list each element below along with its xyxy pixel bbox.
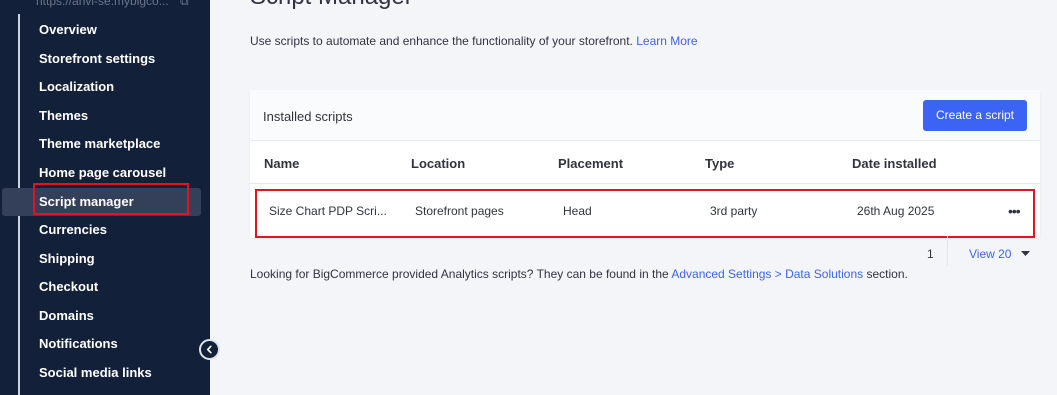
analytics-note-suffix: section. xyxy=(863,267,908,281)
sidebar: https://anvi-se.mybigco... ⧉ Overview St… xyxy=(0,0,210,395)
sidebar-item-label: Theme marketplace xyxy=(39,136,161,151)
sidebar-item-theme-marketplace[interactable]: Theme marketplace xyxy=(0,130,210,158)
analytics-note: Looking for BigCommerce provided Analyti… xyxy=(250,267,908,281)
sidebar-item-label: Shipping xyxy=(39,251,95,266)
sidebar-item-notifications[interactable]: Notifications xyxy=(0,330,210,358)
current-page-number: 1 xyxy=(927,247,934,261)
highlight-box xyxy=(255,189,1035,238)
sidebar-item-domains[interactable]: Domains xyxy=(0,302,210,330)
intro-text: Use scripts to automate and enhance the … xyxy=(250,34,698,48)
create-script-button[interactable]: Create a script xyxy=(923,100,1027,131)
store-url[interactable]: https://anvi-se.mybigco... ⧉ xyxy=(36,0,189,8)
sidebar-item-social-media-links[interactable]: Social media links xyxy=(0,359,210,387)
store-url-text[interactable]: https://anvi-se.mybigco... xyxy=(36,0,169,8)
pager-divider xyxy=(947,236,948,266)
column-header-type[interactable]: Type xyxy=(705,156,734,171)
card-header: Installed scripts Create a script xyxy=(250,90,1040,141)
column-header-name[interactable]: Name xyxy=(264,156,299,171)
sidebar-item-shipping[interactable]: Shipping xyxy=(0,245,210,273)
intro-description: Use scripts to automate and enhance the … xyxy=(250,34,633,48)
sidebar-item-label: Social media links xyxy=(39,365,152,380)
column-header-date-installed[interactable]: Date installed xyxy=(852,156,937,171)
sidebar-item-label: Notifications xyxy=(39,336,118,351)
main-content: Script Manager Use scripts to automate a… xyxy=(210,0,1057,395)
sidebar-item-overview[interactable]: Overview xyxy=(0,16,210,44)
page-size-select[interactable]: View 20 xyxy=(969,247,1011,261)
sidebar-item-label: Home page carousel xyxy=(39,165,167,180)
page-title: Script Manager xyxy=(250,0,413,11)
data-solutions-link[interactable]: Advanced Settings > Data Solutions xyxy=(671,267,863,281)
sidebar-item-label: Storefront settings xyxy=(39,51,156,66)
analytics-note-text: Looking for BigCommerce provided Analyti… xyxy=(250,267,672,281)
sidebar-item-label: Currencies xyxy=(39,222,107,237)
sidebar-item-checkout[interactable]: Checkout xyxy=(0,273,210,301)
sidebar-item-label: Overview xyxy=(39,22,97,37)
column-header-placement[interactable]: Placement xyxy=(558,156,623,171)
sidebar-item-label: Checkout xyxy=(39,279,99,294)
caret-down-icon[interactable] xyxy=(1021,251,1030,257)
sidebar-item-label: Themes xyxy=(39,108,89,123)
sidebar-item-currencies[interactable]: Currencies xyxy=(0,216,210,244)
sidebar-item-storefront-settings[interactable]: Storefront settings xyxy=(0,45,210,73)
sidebar-item-label: Localization xyxy=(39,79,115,94)
learn-more-link[interactable]: Learn More xyxy=(636,34,697,48)
column-header-location[interactable]: Location xyxy=(411,156,465,171)
external-link-icon[interactable]: ⧉ xyxy=(180,0,189,9)
highlight-box xyxy=(33,183,189,215)
sidebar-item-themes[interactable]: Themes xyxy=(0,102,210,130)
card-title: Installed scripts xyxy=(263,109,353,124)
sidebar-item-localization[interactable]: Localization xyxy=(0,73,210,101)
sidebar-item-label: Domains xyxy=(39,308,94,323)
